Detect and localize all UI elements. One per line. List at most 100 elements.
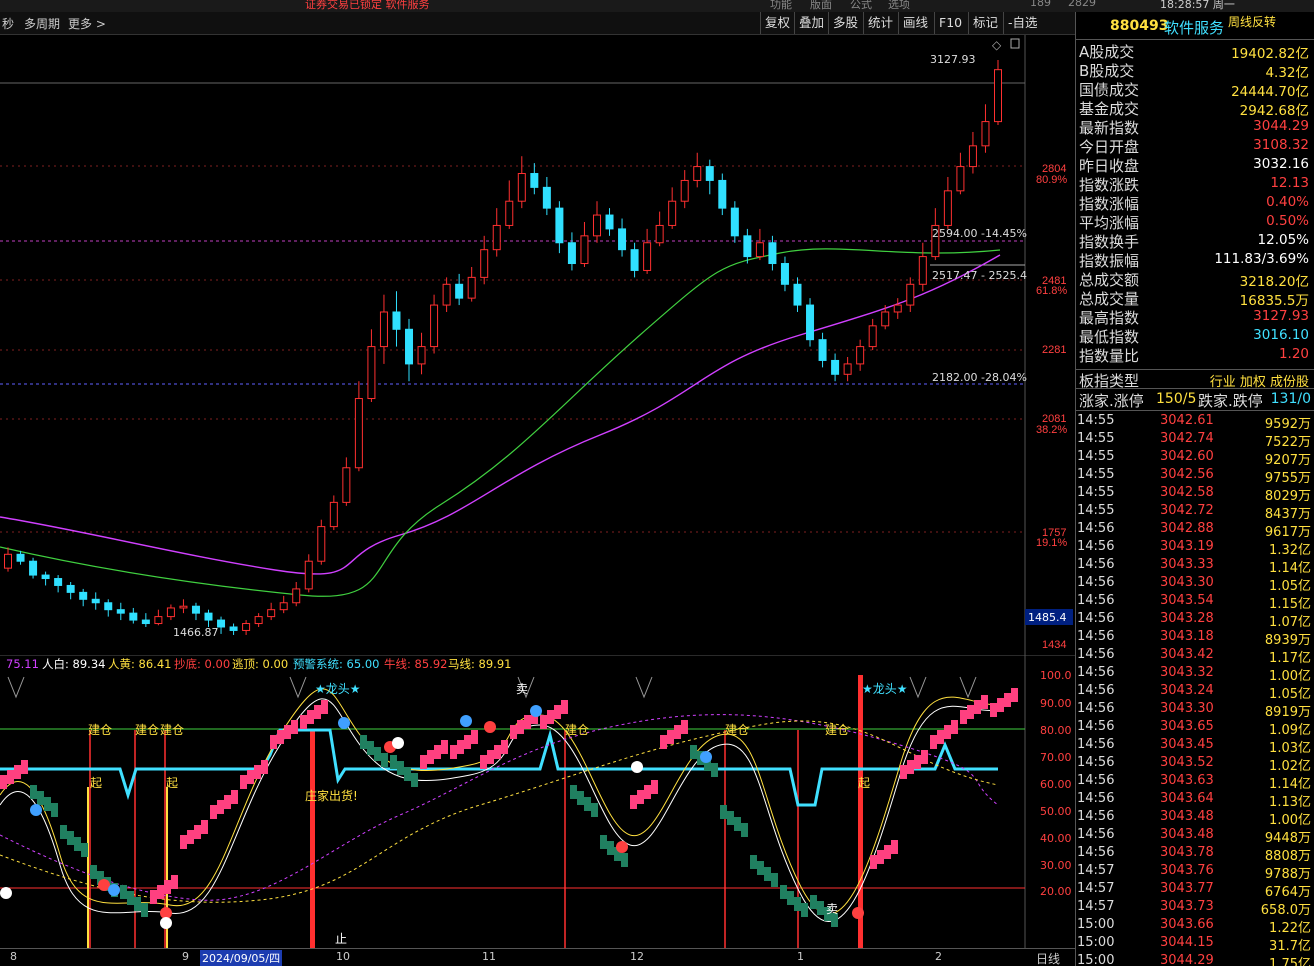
tick-row[interactable]: 14:57 3043.76 9788万 xyxy=(1076,862,1314,882)
step-bar xyxy=(817,901,824,915)
tick-price: 3043.52 xyxy=(1160,755,1214,770)
tick-row[interactable]: 14:56 3043.48 9448万 xyxy=(1076,826,1314,846)
tick-row[interactable]: 14:55 3042.72 8437万 xyxy=(1076,502,1314,522)
jc-label: 建仓 xyxy=(725,723,749,737)
adjust-button[interactable]: 复权 xyxy=(760,12,794,34)
candle-body xyxy=(630,249,639,271)
step-bar xyxy=(750,855,757,869)
quote-key: 昨日收盘 xyxy=(1079,157,1140,175)
axis-tick: 1 xyxy=(797,950,804,963)
tick-row[interactable]: 15:00 3044.15 31.7亿 xyxy=(1076,934,1314,954)
candle-body xyxy=(317,526,326,562)
tick-row[interactable]: 14:56 3043.30 1.05亿 xyxy=(1076,574,1314,594)
tick-row[interactable]: 14:56 3043.48 1.00亿 xyxy=(1076,808,1314,828)
step-bar xyxy=(990,703,997,717)
pct-tick: 19.1% xyxy=(1036,537,1067,549)
stats-button[interactable]: 统计 xyxy=(863,12,897,34)
level-tick: 90.00 xyxy=(1040,697,1072,710)
tick-row[interactable]: 14:56 3043.24 1.05亿 xyxy=(1076,682,1314,702)
tick-row[interactable]: 14:56 3043.42 1.17亿 xyxy=(1076,646,1314,666)
board-type-key: 板指类型 xyxy=(1079,372,1140,390)
kline-chart[interactable]: 2804 2481 2281 2081 1757 1434 80.9% 61.8… xyxy=(0,35,1075,655)
candle-body xyxy=(4,553,12,569)
tick-row[interactable]: 14:56 3043.45 1.03亿 xyxy=(1076,736,1314,756)
step-bar xyxy=(37,791,44,805)
tab-seconds[interactable]: 秒 xyxy=(2,15,14,32)
tick-row[interactable]: 14:56 3043.63 1.14亿 xyxy=(1076,772,1314,792)
up-count-value: 150/5 xyxy=(1156,391,1197,407)
step-bar xyxy=(794,897,801,911)
tick-row[interactable]: 14:56 3043.28 1.07亿 xyxy=(1076,610,1314,630)
mark-button[interactable]: 标记 xyxy=(968,12,1002,34)
diamond-icon[interactable]: ◇ xyxy=(992,38,1002,52)
tick-row[interactable]: 14:55 3042.61 9592万 xyxy=(1076,412,1314,432)
tick-row[interactable]: 14:55 3042.60 9207万 xyxy=(1076,448,1314,468)
quote-value: 0.40% xyxy=(1266,194,1309,210)
step-bar xyxy=(0,775,7,789)
tick-row[interactable]: 14:55 3042.74 7522万 xyxy=(1076,430,1314,450)
menu-layout[interactable]: 版面 xyxy=(810,0,832,12)
tick-price: 3043.33 xyxy=(1160,557,1214,572)
watchlist-button[interactable]: -自选 xyxy=(1003,12,1042,34)
tick-row[interactable]: 14:56 3043.19 1.32亿 xyxy=(1076,538,1314,558)
tick-row[interactable]: 14:56 3043.64 1.13亿 xyxy=(1076,790,1314,810)
candle-body xyxy=(755,242,764,258)
tick-row[interactable]: 14:56 3043.30 8919万 xyxy=(1076,700,1314,720)
tab-multi-period[interactable]: 多周期 xyxy=(24,15,60,32)
jc-label: 建仓 xyxy=(565,723,589,737)
overlay-button[interactable]: 叠加 xyxy=(794,12,828,34)
tick-row[interactable]: 14:56 3043.65 1.09亿 xyxy=(1076,718,1314,738)
step-bar xyxy=(630,795,637,809)
period-selector[interactable]: 日线 xyxy=(1036,950,1060,966)
tick-row[interactable]: 14:57 3043.77 6764万 xyxy=(1076,880,1314,900)
step-bar xyxy=(554,705,561,719)
menu-function[interactable]: 功能 xyxy=(770,0,792,12)
tick-row[interactable]: 14:56 3043.78 8808万 xyxy=(1076,844,1314,864)
step-bar xyxy=(277,730,284,744)
step-bar xyxy=(171,875,178,889)
quote-value: 12.05% xyxy=(1257,232,1309,248)
tick-row[interactable]: 14:57 3043.73 658.0万 xyxy=(1076,898,1314,918)
step-bar xyxy=(801,903,808,917)
tick-row[interactable]: 14:56 3043.52 1.02亿 xyxy=(1076,754,1314,774)
tick-volume: 1.75亿 xyxy=(1269,957,1311,966)
step-bar xyxy=(7,770,14,784)
step-bar xyxy=(997,698,1004,712)
step-bar xyxy=(621,853,628,867)
step-bar xyxy=(164,880,171,894)
step-bar xyxy=(270,735,277,749)
tick-price: 3043.48 xyxy=(1160,827,1214,842)
candle-body xyxy=(405,328,414,365)
step-bar xyxy=(390,755,397,769)
candle-body xyxy=(693,166,702,181)
board-type-value[interactable]: 行业 加权 成份股 xyxy=(1210,371,1309,390)
draw-line-button[interactable]: 画线 xyxy=(898,12,932,34)
quote-value: 3032.16 xyxy=(1253,156,1309,172)
tick-row[interactable]: 15:00 3044.29 1.75亿 xyxy=(1076,952,1314,966)
index-code: 880493 xyxy=(1110,18,1169,34)
quote-key: 今日开盘 xyxy=(1079,138,1140,156)
tick-time: 14:56 xyxy=(1077,539,1115,554)
tick-row[interactable]: 14:55 3042.58 8029万 xyxy=(1076,484,1314,504)
menu-options[interactable]: 选项 xyxy=(888,0,910,12)
indicator-chart[interactable]: 75.11 人白: 89.34 人黄: 86.41 抄底: 0.00 逃顶: 0.00 预… xyxy=(0,655,1075,948)
tick-row[interactable]: 14:56 3043.18 8939万 xyxy=(1076,628,1314,648)
tick-row[interactable]: 14:56 3043.54 1.15亿 xyxy=(1076,592,1314,612)
maximize-icon[interactable] xyxy=(1010,38,1020,49)
tick-row[interactable]: 14:56 3042.88 9617万 xyxy=(1076,520,1314,540)
step-bar xyxy=(374,747,381,761)
tick-row[interactable]: 15:00 3043.66 1.22亿 xyxy=(1076,916,1314,936)
candle-body xyxy=(718,179,727,209)
step-bar xyxy=(771,873,778,887)
step-bar xyxy=(877,850,884,864)
multi-stock-button[interactable]: 多股 xyxy=(828,12,862,34)
candle-body xyxy=(304,560,313,590)
tab-more[interactable]: 更多 > xyxy=(68,15,106,32)
step-bar xyxy=(67,831,74,845)
tick-row[interactable]: 14:56 3043.32 1.00亿 xyxy=(1076,664,1314,684)
menu-formula[interactable]: 公式 xyxy=(850,0,872,12)
tick-row[interactable]: 14:55 3042.56 9755万 xyxy=(1076,466,1314,486)
tick-row[interactable]: 14:56 3043.33 1.14亿 xyxy=(1076,556,1314,576)
quote-key: 指数量比 xyxy=(1079,347,1140,365)
f10-button[interactable]: F10 xyxy=(934,12,966,34)
